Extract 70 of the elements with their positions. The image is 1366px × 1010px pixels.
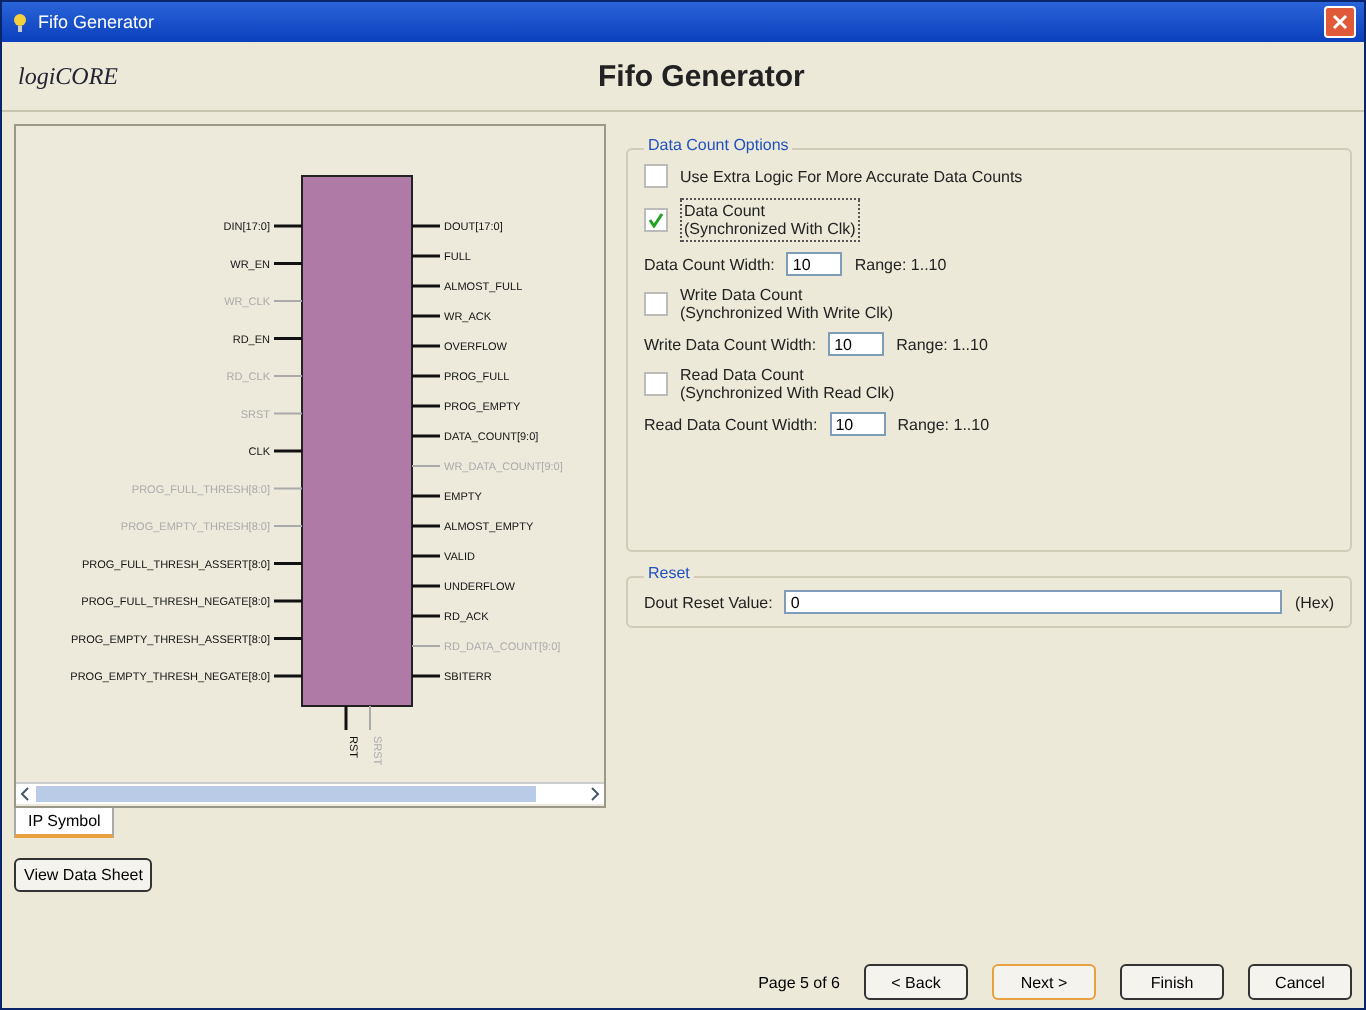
wizard-button[interactable]: Finish [1120,964,1224,1000]
pin-line [274,562,302,565]
page-indicator: Page 5 of 6 [758,973,840,991]
pin-line [274,224,302,228]
unit-text: (Hex) [1294,593,1334,611]
checkbox-label: Use Extra Logic For More Accurate Data Counts [680,167,1023,185]
app-icon [10,12,30,32]
field-label: Read Data Count Width: [644,415,818,433]
pin-line [274,637,302,640]
symbol-tab[interactable]: IP Symbol [14,808,115,838]
pin-line [412,224,440,228]
pin-line [412,614,440,618]
pin-line [412,674,440,678]
width-field[interactable]: 10 [828,332,885,356]
pin-line [274,337,302,340]
checkbox-label: Write Data Count [680,286,805,304]
view-data-sheet-button[interactable]: View Data Sheet [14,858,153,892]
pin-line [412,554,440,558]
group-title: Data Count Options [644,136,793,154]
pin-line [274,674,302,678]
group-title: Reset [644,564,694,582]
reset-value-field[interactable]: 0 [784,590,1283,614]
checkbox-label: (Synchronized With Read Clk) [680,384,895,402]
width-field[interactable]: 10 [829,412,886,436]
pin-line [412,494,440,498]
page-title: Fifo Generator [598,59,805,93]
pin-line [273,525,303,527]
pin-line [412,314,440,318]
checkbox-label: Data Count [684,202,767,220]
pin-line [412,254,440,258]
pin-line [412,584,440,588]
pin-line [273,300,303,302]
range-text: Range: 1..10 [896,335,988,353]
pin-line [369,705,371,731]
range-text: Range: 1..10 [897,415,990,433]
wizard-button[interactable]: < Back [864,964,968,1000]
logo: logiCORE [18,61,120,91]
field-label: Write Data Count Width: [644,335,817,353]
checkbox[interactable] [644,292,668,316]
field-label: Dout Reset Value: [644,593,773,611]
checkbox-label: (Synchronized With Write Clk) [680,304,894,322]
pin-line [273,487,303,490]
checkbox-label: Read Data Count [680,366,806,384]
pin-line [412,524,440,528]
range-text: Range: 1..10 [854,255,947,273]
width-field[interactable]: 10 [786,252,843,276]
pin-line [412,404,440,408]
pin-line [344,706,348,730]
pin-line [274,449,302,453]
close-icon [1332,14,1348,30]
pin-line [273,375,303,377]
pin-line [412,344,440,348]
wizard-button[interactable]: Next > [992,964,1096,1000]
checkbox[interactable] [644,372,668,396]
field-label: Data Count Width: [644,255,775,273]
pin-line [274,262,302,265]
pin-line [411,465,441,467]
pin-line [412,284,440,288]
horizontal-scrollbar[interactable] [16,782,604,804]
window-title: Fifo Generator [38,12,155,32]
checkbox-label: (Synchronized With Clk) [684,220,856,238]
pin-line [274,599,302,603]
pin-line [412,434,440,438]
pin-line [411,645,441,647]
checkbox[interactable] [644,164,668,188]
pin-line [273,412,303,415]
wizard-button[interactable]: Cancel [1248,964,1352,1000]
pin-line [412,374,440,378]
close-button[interactable] [1324,6,1356,38]
checkbox[interactable] [644,208,668,232]
